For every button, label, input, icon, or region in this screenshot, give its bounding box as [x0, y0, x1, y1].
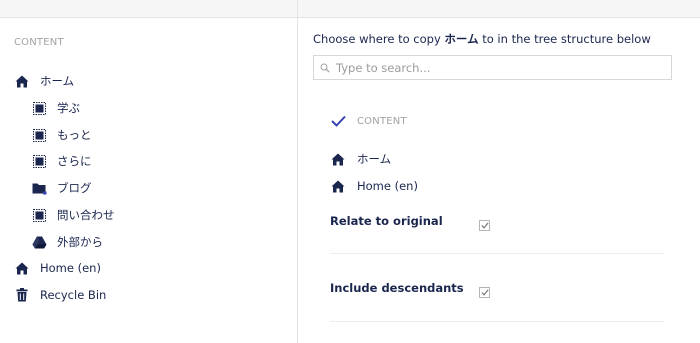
target-label: CONTENT — [357, 115, 407, 127]
tree-item-motto[interactable]: もっと — [31, 125, 92, 145]
option-divider — [330, 253, 664, 254]
home-icon — [14, 260, 30, 276]
tree-item-label: さらに — [57, 154, 92, 168]
home-icon — [14, 73, 30, 89]
tree-item-blog[interactable]: ブログ — [31, 178, 92, 198]
copy-instruction: Choose where to copy ホーム to in the tree … — [313, 32, 651, 46]
content-tree: CONTENT ホーム 学ぶ もっと さらに ブログ 問い合わせ 外部から Ho… — [0, 18, 297, 343]
tree-item-sarani[interactable]: さらに — [31, 151, 92, 171]
trash-icon — [14, 287, 30, 303]
tree-item-label: 問い合わせ — [57, 208, 115, 222]
document-icon — [31, 100, 47, 116]
tree-item-home[interactable]: ホーム — [14, 71, 74, 91]
include-descendants-label: Include descendants — [330, 281, 464, 295]
tree-item-label: 外部から — [57, 235, 103, 249]
document-icon — [31, 207, 47, 223]
copy-item-name: ホーム — [444, 32, 479, 46]
tree-item-contact[interactable]: 問い合わせ — [31, 205, 115, 225]
search-icon — [320, 63, 330, 73]
target-home-en[interactable]: Home (en) — [330, 178, 418, 194]
target-label: Home (en) — [357, 179, 418, 193]
relate-to-original-label: Relate to original — [330, 214, 443, 228]
home-icon — [330, 151, 346, 167]
top-bar — [0, 0, 700, 18]
tree-item-label: 学ぶ — [57, 101, 80, 115]
tree-item-label: ホーム — [40, 74, 75, 88]
folder-icon — [31, 180, 47, 196]
checkmark-icon — [330, 113, 346, 129]
tree-item-recycle-bin[interactable]: Recycle Bin — [14, 285, 106, 305]
checkmark-icon — [480, 289, 489, 296]
drive-icon — [31, 234, 47, 250]
option-divider — [330, 321, 664, 322]
tree-item-label: Home (en) — [40, 261, 101, 275]
target-label: ホーム — [357, 152, 392, 166]
home-icon — [330, 178, 346, 194]
tree-item-label: ブログ — [57, 181, 92, 195]
target-home[interactable]: ホーム — [330, 151, 391, 167]
tree-header: CONTENT — [14, 37, 64, 48]
tree-item-manabu[interactable]: 学ぶ — [31, 98, 80, 118]
document-icon — [31, 153, 47, 169]
copy-dialog: Choose where to copy ホーム to in the tree … — [298, 18, 700, 343]
target-content[interactable]: CONTENT — [330, 113, 407, 129]
tree-item-home-en[interactable]: Home (en) — [14, 258, 101, 278]
relate-to-original-checkbox[interactable] — [479, 220, 490, 231]
tree-item-label: もっと — [57, 128, 92, 142]
tree-item-external[interactable]: 外部から — [31, 232, 103, 252]
search-box[interactable] — [313, 55, 672, 80]
search-input[interactable] — [336, 60, 656, 75]
include-descendants-checkbox[interactable] — [479, 287, 490, 298]
checkmark-icon — [480, 222, 489, 229]
tree-item-label: Recycle Bin — [40, 288, 107, 302]
document-icon — [31, 127, 47, 143]
